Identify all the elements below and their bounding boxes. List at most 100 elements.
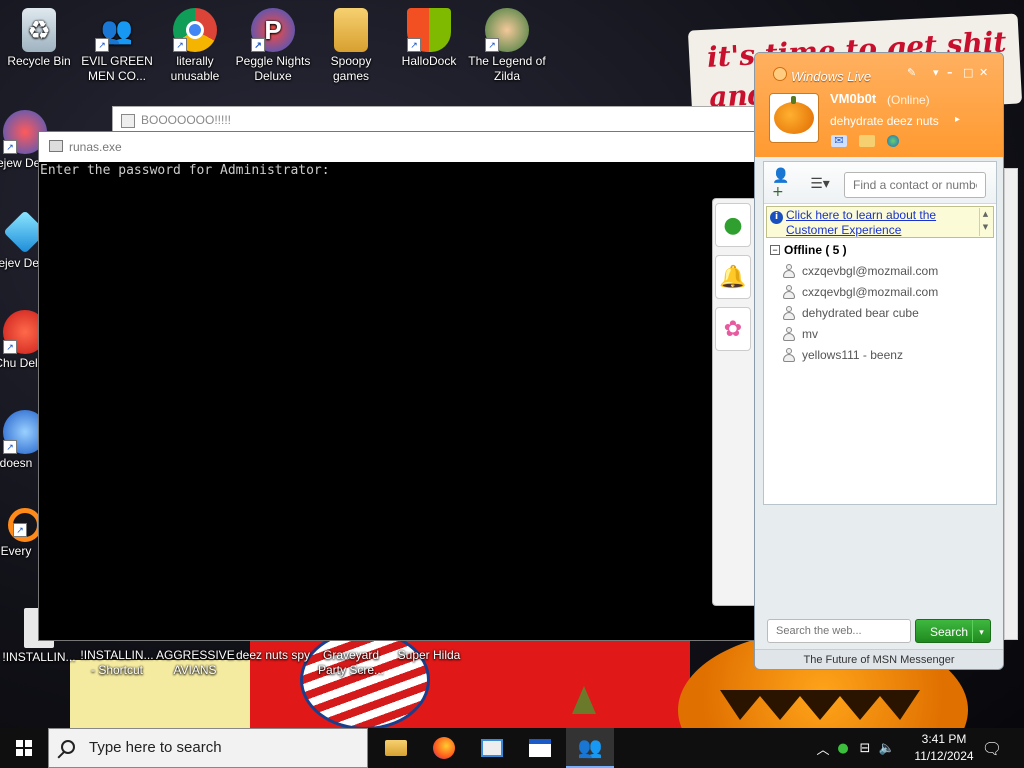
- notification-center[interactable]: 🗨: [980, 728, 1004, 768]
- contact-toolbar: 👤+ ☰▾: [764, 162, 996, 204]
- desktop-icon-label: Spoopy games: [330, 54, 372, 83]
- msn-menu-icon[interactable]: [773, 67, 787, 81]
- desktop-icon-peggle[interactable]: P ↗ Peggle Nights Deluxe: [234, 4, 312, 84]
- console-title: runas.exe: [69, 140, 122, 154]
- wallpaper-pyramid: [572, 686, 596, 714]
- desktop-icon-evil-green-men[interactable]: 👥 ↗ EVIL GREEN MEN CO...: [78, 4, 156, 84]
- status-label[interactable]: (Online): [887, 93, 930, 107]
- desktop-icon-recycle-bin[interactable]: ♻ Recycle Bin: [0, 4, 78, 69]
- peggle-icon: P ↗: [251, 8, 295, 52]
- zilda-icon: ↗: [485, 8, 529, 52]
- taskbar-search-placeholder: Type here to search: [89, 739, 222, 756]
- window-app-icon: [121, 114, 135, 128]
- web-search-input[interactable]: [767, 619, 911, 643]
- contact-name: cxzqevbgl@mozmail.com: [802, 263, 939, 278]
- window-app-icon: [481, 739, 503, 757]
- msn-header: Windows Live ✎ ▾ – □ ✕ VM0b0t (Online) d…: [755, 53, 1003, 157]
- avatar[interactable]: [769, 93, 819, 143]
- notification-icon: 🗨: [981, 738, 1003, 758]
- desktop-icon-label: !INSTALLIN... - Shortcut: [80, 648, 154, 677]
- taskbar-clock[interactable]: 3:41 PM 11/12/2024: [912, 731, 976, 765]
- msn-tab-spaces[interactable]: ✿: [715, 307, 751, 351]
- desktop-icon-label: Graveyard Party Scre...: [317, 648, 385, 677]
- taskbar-file-explorer[interactable]: [372, 728, 420, 768]
- msn-dropdown-icon[interactable]: ▾: [933, 66, 939, 79]
- contact-list-panel: 👤+ ☰▾ i Click here to learn about the Cu…: [763, 161, 997, 505]
- contact-item[interactable]: yellows111 - beenz: [764, 344, 996, 365]
- desktop-icon-label: Recycle Bin: [7, 54, 71, 68]
- msn-tab-contacts[interactable]: ●: [715, 203, 751, 247]
- offline-buddy-icon: [782, 305, 796, 320]
- console-output[interactable]: Enter the password for Administrator:: [39, 162, 757, 179]
- window-scrollbar[interactable]: [1004, 168, 1018, 640]
- taskbar-search-box[interactable]: Type here to search: [48, 728, 368, 768]
- globe-icon[interactable]: [887, 135, 899, 147]
- personal-message-dropdown-icon[interactable]: ▸: [955, 114, 960, 125]
- list-options-button[interactable]: ☰▾: [808, 174, 832, 194]
- personal-message[interactable]: dehydrate deez nuts: [830, 114, 939, 128]
- green-men-icon: 👥 ↗: [95, 8, 139, 52]
- desktop-icon-label: Peggle Nights Deluxe: [235, 54, 311, 83]
- console-app-icon: [529, 739, 551, 757]
- desktop-icon-label: AGGRESSIVE AVIANS: [156, 648, 235, 677]
- mail-icon[interactable]: ✉: [831, 135, 847, 147]
- desktop-icon-hallodock[interactable]: ↗ HalloDock: [390, 4, 468, 69]
- contact-name: cxzqevbgl@mozmail.com: [802, 284, 939, 299]
- window-title: BOOOOOOO!!!!!: [141, 113, 232, 127]
- taskbar-msn-messenger[interactable]: 👥: [566, 728, 614, 768]
- contacts-buddy-icon: ●: [723, 212, 743, 238]
- offline-group-header[interactable]: − Offline ( 5 ): [764, 240, 996, 260]
- chevron-up-icon[interactable]: ︿: [814, 739, 832, 758]
- msn-tab-alerts[interactable]: 🔔: [715, 255, 751, 299]
- add-contact-button[interactable]: 👤+: [772, 168, 796, 200]
- desktop-icon-legend-of-zilda[interactable]: ↗ The Legend of Zilda: [468, 4, 546, 84]
- taskbar-console-app[interactable]: [516, 728, 564, 768]
- info-banner-scrollbar[interactable]: ▲ ▼: [979, 208, 991, 236]
- desktop-icon-label: HalloDock: [401, 54, 457, 68]
- info-banner: i Click here to learn about the Customer…: [766, 206, 994, 238]
- clock-date: 11/12/2024: [914, 749, 974, 763]
- start-button[interactable]: [0, 728, 48, 768]
- clock-time: 3:41 PM: [921, 732, 967, 746]
- contact-item[interactable]: mv: [764, 323, 996, 344]
- msn-pin-icon[interactable]: ✎: [907, 66, 916, 79]
- contact-item[interactable]: cxzqevbgl@mozmail.com: [764, 260, 996, 281]
- offline-buddy-icon: [782, 326, 796, 341]
- msn-buddy-icon: 👥: [577, 735, 603, 759]
- system-tray: ︿ ● ⊟ 🔈: [814, 728, 898, 768]
- hallodock-icon: ↗: [407, 8, 451, 52]
- taskbar-window-app[interactable]: [468, 728, 516, 768]
- minimize-icon[interactable]: –: [947, 66, 953, 79]
- chrome-icon: ↗: [173, 8, 217, 52]
- desktop-icon-spoopy-games[interactable]: Spoopy games: [312, 4, 390, 84]
- file-explorer-icon: [385, 740, 407, 756]
- search-icon: [61, 740, 75, 754]
- msn-messenger-window[interactable]: Windows Live ✎ ▾ – □ ✕ VM0b0t (Online) d…: [754, 52, 1004, 670]
- orange-app-icon: ↗: [8, 508, 42, 542]
- network-icon[interactable]: ⊟: [854, 741, 876, 756]
- web-search-button[interactable]: Search ▾: [915, 619, 991, 643]
- contact-search-input[interactable]: [844, 172, 986, 198]
- desktop-icon-label: deez nuts spy: [235, 648, 311, 662]
- firefox-icon: [433, 737, 455, 759]
- close-icon[interactable]: ✕: [979, 66, 988, 79]
- offline-buddy-icon: [782, 263, 796, 278]
- runas-console-window[interactable]: runas.exe Enter the password for Adminis…: [38, 131, 758, 641]
- contact-item[interactable]: cxzqevbgl@mozmail.com: [764, 281, 996, 302]
- taskbar-firefox[interactable]: [420, 728, 468, 768]
- customer-experience-link[interactable]: Click here to learn about the Customer E…: [786, 208, 966, 238]
- contact-item[interactable]: dehydrated bear cube: [764, 302, 996, 323]
- collapse-icon[interactable]: −: [770, 245, 780, 255]
- console-titlebar[interactable]: runas.exe: [39, 132, 757, 162]
- add-contact-icon: 👤+: [772, 168, 790, 200]
- maximize-icon[interactable]: □: [963, 66, 973, 79]
- search-dropdown-icon[interactable]: ▾: [972, 620, 990, 642]
- volume-icon[interactable]: 🔈: [876, 741, 898, 756]
- username[interactable]: VM0b0t: [830, 91, 876, 106]
- header-quick-icons: ✉: [831, 135, 899, 147]
- msn-tray-icon[interactable]: ●: [832, 741, 854, 756]
- folder-share-icon[interactable]: [859, 135, 875, 147]
- recycle-bin-icon: ♻: [22, 8, 56, 52]
- desktop-icon-literally-unusable[interactable]: ↗ literally unusable: [156, 4, 234, 84]
- desktop-icon-label: !INSTALLIN...: [2, 650, 76, 664]
